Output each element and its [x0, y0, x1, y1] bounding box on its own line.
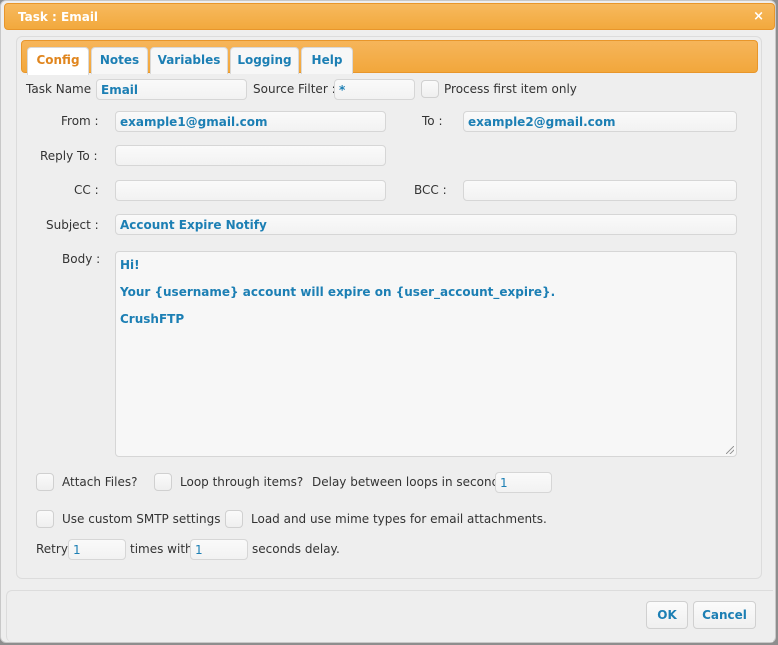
- subject-label: Subject :: [46, 218, 99, 232]
- body-label: Body :: [62, 252, 101, 266]
- seconds-delay-label: seconds delay.: [252, 542, 340, 556]
- source-filter-input[interactable]: *: [334, 79, 415, 100]
- task-name-label: Task Name :: [26, 82, 99, 96]
- custom-smtp-checkbox[interactable]: [36, 510, 54, 528]
- ok-button[interactable]: OK: [646, 601, 688, 629]
- retry-count-input[interactable]: 1: [68, 539, 126, 560]
- mime-types-checkbox[interactable]: [225, 510, 243, 528]
- delay-loops-input[interactable]: 1: [495, 472, 552, 493]
- delay-loops-label: Delay between loops in seconds :: [312, 475, 514, 489]
- loop-items-label: Loop through items?: [180, 475, 304, 489]
- source-filter-label: Source Filter :: [253, 82, 336, 96]
- cancel-button[interactable]: Cancel: [693, 601, 756, 629]
- times-with-label: times with: [130, 542, 193, 556]
- bcc-label: BCC :: [414, 183, 447, 197]
- mime-types-label: Load and use mime types for email attach…: [251, 512, 547, 526]
- body-line: Hi!: [120, 258, 140, 272]
- tab-logging[interactable]: Logging: [230, 47, 299, 74]
- cc-label: CC :: [74, 183, 99, 197]
- body-line: CrushFTP: [120, 312, 185, 326]
- tab-config[interactable]: Config: [27, 47, 89, 75]
- task-email-dialog: Task : Email × Config Notes Variables Lo…: [0, 0, 776, 643]
- cc-input[interactable]: [115, 180, 386, 201]
- from-label: From :: [61, 114, 99, 128]
- tab-help[interactable]: Help: [301, 47, 353, 74]
- attach-files-label: Attach Files?: [62, 475, 138, 489]
- dialog-title: Task : Email: [18, 10, 99, 24]
- tab-variables[interactable]: Variables: [150, 47, 228, 74]
- retry-label: Retry: [36, 542, 68, 556]
- tab-notes[interactable]: Notes: [91, 47, 148, 74]
- from-input[interactable]: example1@gmail.com: [115, 111, 386, 132]
- tab-bar: Config Notes Variables Logging Help: [21, 40, 758, 75]
- process-first-label: Process first item only: [444, 82, 577, 96]
- body-textarea[interactable]: Hi! Your {username} account will expire …: [115, 251, 737, 457]
- body-line: Your {username} account will expire on {…: [120, 285, 556, 299]
- to-label: To :: [422, 114, 443, 128]
- task-name-input[interactable]: Email: [96, 79, 247, 100]
- reply-to-label: Reply To :: [40, 149, 98, 163]
- reply-to-input[interactable]: [115, 145, 386, 166]
- to-input[interactable]: example2@gmail.com: [463, 111, 737, 132]
- retry-delay-input[interactable]: 1: [190, 539, 248, 560]
- loop-items-checkbox[interactable]: [154, 473, 172, 491]
- resize-grip-icon[interactable]: [726, 446, 734, 454]
- process-first-checkbox[interactable]: [421, 80, 439, 98]
- attach-files-checkbox[interactable]: [36, 473, 54, 491]
- custom-smtp-label: Use custom SMTP settings: [62, 512, 221, 526]
- title-bar[interactable]: Task : Email ×: [4, 3, 775, 30]
- bcc-input[interactable]: [463, 180, 737, 201]
- close-icon[interactable]: ×: [753, 9, 764, 24]
- subject-input[interactable]: Account Expire Notify: [115, 214, 737, 235]
